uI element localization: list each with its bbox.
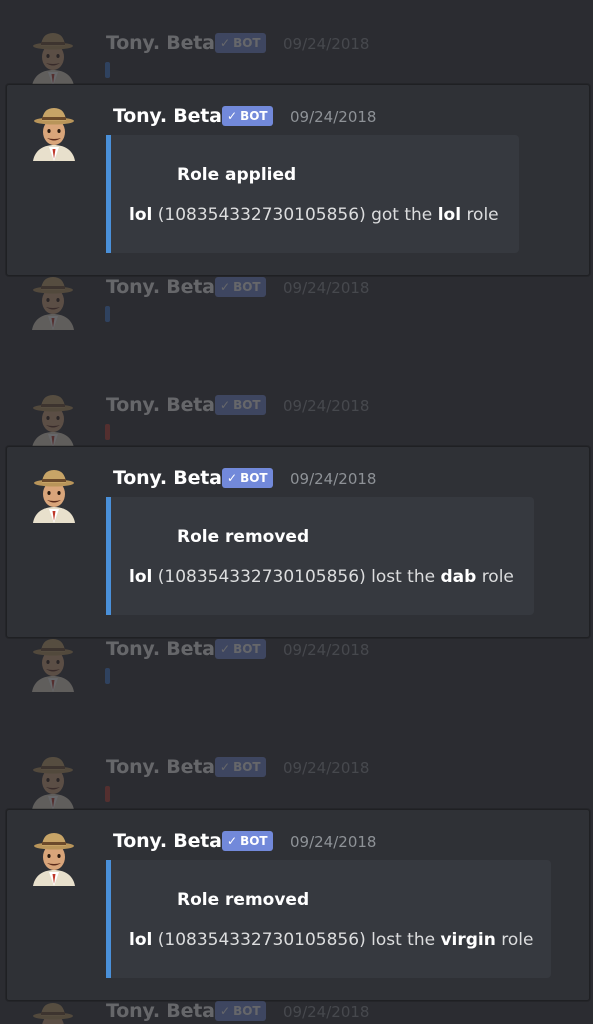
author-name[interactable]: Tony. Beta: [106, 32, 215, 54]
ghost-message: Tony. Beta ✓ BOT 09/24/2018: [0, 752, 593, 808]
check-icon: ✓: [227, 834, 238, 848]
bot-badge: ✓ BOT: [215, 757, 266, 777]
check-icon: ✓: [220, 760, 231, 774]
bot-badge: ✓ BOT: [222, 831, 273, 851]
check-icon: ✓: [227, 109, 238, 123]
check-icon: ✓: [220, 398, 231, 412]
timestamp: 09/24/2018: [290, 470, 377, 488]
ghost-message: Tony. Beta ✓ BOT 09/24/2018: [0, 390, 593, 446]
bot-badge: ✓ BOT: [222, 468, 273, 488]
embed-stub: [105, 306, 110, 322]
bot-badge: ✓ BOT: [215, 277, 266, 297]
timestamp: 09/24/2018: [290, 833, 377, 851]
embed-stub: [105, 668, 110, 684]
avatar[interactable]: [29, 105, 79, 161]
timestamp: 09/24/2018: [283, 1003, 370, 1021]
avatar[interactable]: [29, 467, 79, 523]
message-card: Tony. Beta ✓ BOT 09/24/2018 Role applied …: [6, 84, 590, 276]
ghost-message: Tony. Beta ✓ BOT 09/24/2018: [0, 996, 593, 1024]
check-icon: ✓: [220, 280, 231, 294]
author-name[interactable]: Tony. Beta: [106, 756, 215, 778]
timestamp: 09/24/2018: [290, 108, 377, 126]
avatar[interactable]: [28, 30, 78, 86]
avatar[interactable]: [28, 1000, 78, 1024]
author-name[interactable]: Tony. Beta: [113, 467, 222, 489]
author-name[interactable]: Tony. Beta: [106, 1000, 215, 1022]
embed-description: lol (108354332730105856) got the lol rol…: [129, 205, 499, 225]
check-icon: ✓: [220, 36, 231, 50]
bot-badge: ✓ BOT: [215, 33, 266, 53]
bot-badge: ✓ BOT: [215, 395, 266, 415]
bot-badge: ✓ BOT: [215, 1001, 266, 1021]
author-name[interactable]: Tony. Beta: [113, 830, 222, 852]
timestamp: 09/24/2018: [283, 759, 370, 777]
ghost-message: Tony. Beta ✓ BOT 09/24/2018: [0, 634, 593, 698]
embed: Role applied lol (108354332730105856) go…: [106, 135, 519, 253]
embed-title: Role applied: [177, 165, 297, 185]
check-icon: ✓: [227, 471, 238, 485]
embed-stub: [105, 786, 110, 802]
embed-description: lol (108354332730105856) lost the virgin…: [129, 930, 534, 950]
embed-description: lol (108354332730105856) lost the dab ro…: [129, 567, 514, 587]
author-name[interactable]: Tony. Beta: [106, 638, 215, 660]
embed: Role removed lol (108354332730105856) lo…: [106, 860, 551, 978]
timestamp: 09/24/2018: [283, 397, 370, 415]
message-card: Tony. Beta ✓ BOT 09/24/2018 Role removed …: [6, 809, 590, 1001]
avatar[interactable]: [28, 636, 78, 692]
bot-badge: ✓ BOT: [222, 106, 273, 126]
author-name[interactable]: Tony. Beta: [113, 105, 222, 127]
avatar[interactable]: [29, 830, 79, 886]
avatar[interactable]: [28, 754, 78, 810]
author-name[interactable]: Tony. Beta: [106, 276, 215, 298]
timestamp: 09/24/2018: [283, 641, 370, 659]
message-card: Tony. Beta ✓ BOT 09/24/2018 Role removed …: [6, 446, 590, 638]
timestamp: 09/24/2018: [283, 279, 370, 297]
embed: Role removed lol (108354332730105856) lo…: [106, 497, 534, 615]
check-icon: ✓: [220, 642, 231, 656]
ghost-message: Tony. Beta ✓ BOT 09/24/2018: [0, 28, 593, 84]
avatar[interactable]: [28, 392, 78, 448]
embed-stub: [105, 424, 110, 440]
embed-title: Role removed: [177, 890, 310, 910]
ghost-message: Tony. Beta ✓ BOT 09/24/2018: [0, 272, 593, 336]
embed-title: Role removed: [177, 527, 310, 547]
embed-stub: [105, 62, 110, 78]
avatar[interactable]: [28, 274, 78, 330]
bot-badge: ✓ BOT: [215, 639, 266, 659]
timestamp: 09/24/2018: [283, 35, 370, 53]
check-icon: ✓: [220, 1004, 231, 1018]
author-name[interactable]: Tony. Beta: [106, 394, 215, 416]
